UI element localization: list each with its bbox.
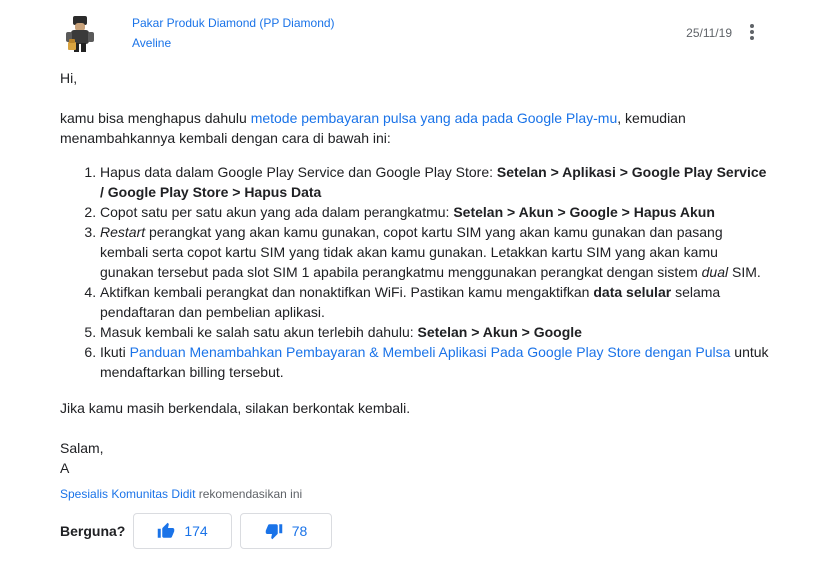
- thumb-down-icon: [265, 522, 283, 540]
- downvote-count: 78: [291, 523, 308, 539]
- thumbs-up-button[interactable]: 174: [133, 513, 232, 549]
- step-text-end: SIM.: [728, 264, 761, 280]
- helpful-section: Berguna? 174 78: [60, 513, 360, 551]
- step-text: Aktifkan kembali perangkat dan nonaktifk…: [100, 284, 594, 300]
- author-name[interactable]: Pakar Produk Diamond (PP Diamond): [132, 16, 335, 30]
- intro-text: kamu bisa menghapus dahulu: [60, 110, 251, 126]
- step-text: Copot satu per satu akun yang ada dalam …: [100, 204, 454, 220]
- intro-paragraph: kamu bisa menghapus dahulu metode pembay…: [60, 108, 770, 148]
- guide-link[interactable]: Panduan Menambahkan Pembayaran & Membeli…: [130, 344, 731, 360]
- step-path: Setelan > Akun > Google > Hapus Akun: [453, 204, 715, 220]
- avatar[interactable]: [60, 14, 100, 54]
- signature: A: [60, 460, 70, 476]
- helpful-label: Berguna?: [60, 523, 126, 539]
- step-text: Masuk kembali ke salah satu akun terlebi…: [100, 324, 418, 340]
- reply-body: Hi, kamu bisa menghapus dahulu metode pe…: [60, 66, 770, 478]
- step-text: Hapus data dalam Google Play Service dan…: [100, 164, 497, 180]
- upvote-count: 174: [184, 523, 208, 539]
- step-bold: data selular: [593, 284, 672, 300]
- recommendation-line: Spesialis Komunitas Didit rekomendasikan…: [60, 487, 302, 501]
- recommender-name[interactable]: Didit: [171, 487, 195, 501]
- more-vert-icon[interactable]: [746, 23, 758, 43]
- author-role[interactable]: Aveline: [132, 36, 171, 50]
- salutation: Salam,: [60, 440, 104, 456]
- list-item: Aktifkan kembali perangkat dan nonaktifk…: [100, 282, 770, 322]
- thumb-up-icon: [157, 522, 175, 540]
- step-text: Ikuti: [100, 344, 130, 360]
- steps-list: Hapus data dalam Google Play Service dan…: [60, 162, 770, 382]
- step-text: perangkat yang akan kamu gunakan, copot …: [100, 224, 723, 280]
- recommendation-text: rekomendasikan ini: [198, 487, 303, 501]
- list-item: Masuk kembali ke salah satu akun terlebi…: [100, 322, 770, 342]
- post-header: Pakar Produk Diamond (PP Diamond) Avelin…: [60, 14, 766, 58]
- post-date: 25/11/19: [686, 26, 732, 40]
- step-path: Setelan > Akun > Google: [417, 324, 582, 340]
- thumbs-down-button[interactable]: 78: [240, 513, 332, 549]
- payment-method-link[interactable]: metode pembayaran pulsa yang ada pada Go…: [251, 110, 618, 126]
- step-italic: Restart: [100, 224, 146, 240]
- recommender-role[interactable]: Spesialis Komunitas: [60, 487, 168, 501]
- list-item: Hapus data dalam Google Play Service dan…: [100, 162, 770, 202]
- closing-paragraph: Jika kamu masih berkendala, silakan berk…: [60, 400, 411, 416]
- list-item: Copot satu per satu akun yang ada dalam …: [100, 202, 770, 222]
- list-item: Restart perangkat yang akan kamu gunakan…: [100, 222, 770, 282]
- list-item: Ikuti Panduan Menambahkan Pembayaran & M…: [100, 342, 770, 382]
- greeting: Hi,: [60, 70, 78, 86]
- step-italic: dual: [701, 264, 729, 280]
